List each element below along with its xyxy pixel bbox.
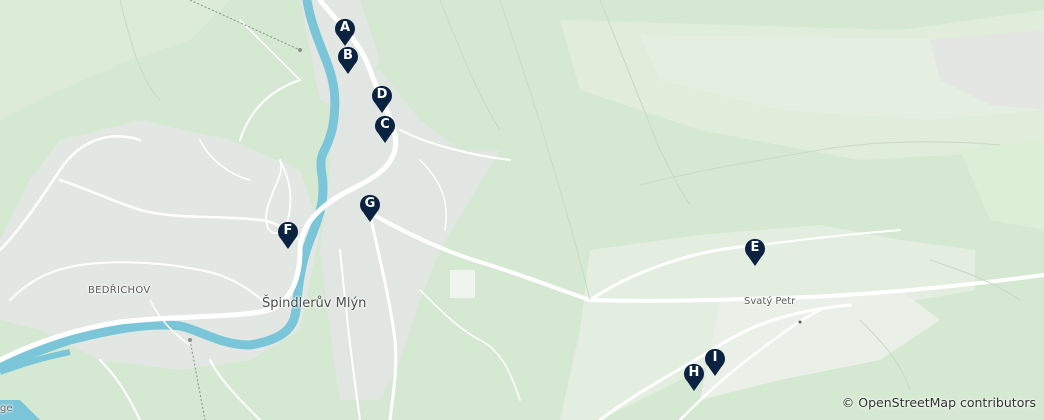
marker-letter: A bbox=[339, 20, 351, 35]
marker-letter: D bbox=[376, 87, 388, 102]
map-base-layer bbox=[0, 0, 1044, 420]
map-marker-c[interactable]: C bbox=[373, 114, 397, 144]
map-marker-g[interactable]: G bbox=[358, 193, 382, 223]
marker-letter: C bbox=[380, 117, 390, 132]
map-marker-a[interactable]: A bbox=[333, 17, 357, 47]
map-marker-d[interactable]: D bbox=[370, 84, 394, 114]
place-label-svaty-petr: Svatý Petr bbox=[744, 296, 796, 307]
map-marker-b[interactable]: B bbox=[336, 45, 360, 75]
marker-letter: I bbox=[712, 350, 718, 365]
map-marker-f[interactable]: F bbox=[276, 220, 300, 250]
marker-letter: E bbox=[750, 240, 760, 255]
map-marker-i[interactable]: I bbox=[703, 347, 727, 377]
marker-letter: B bbox=[343, 48, 353, 63]
map-view[interactable]: Špindlerův Mlýn BEDŘICHOV Svatý Petr ge … bbox=[0, 0, 1044, 420]
place-label-bedrichov: BEDŘICHOV bbox=[88, 285, 151, 296]
map-marker-e[interactable]: E bbox=[743, 237, 767, 267]
place-label-spindleruv-mlyn: Špindlerův Mlýn bbox=[262, 296, 367, 311]
marker-letter: F bbox=[283, 223, 293, 238]
place-label-edge-fragment: ge bbox=[0, 403, 13, 414]
map-attribution: © OpenStreetMap contributors bbox=[841, 395, 1036, 410]
marker-letter: G bbox=[364, 196, 376, 211]
